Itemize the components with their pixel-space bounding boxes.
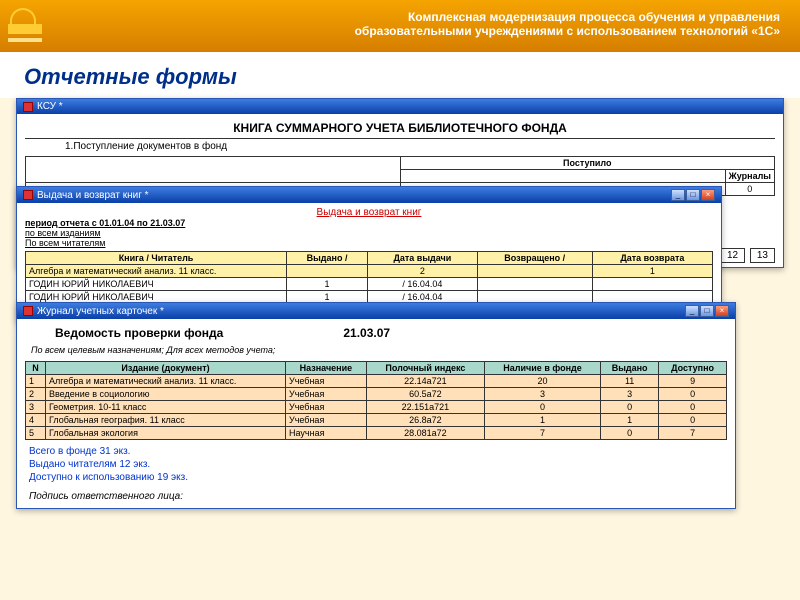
windows-stage: КСУ * КНИГА СУММАРНОГО УЧЕТА БИБЛИОТЕЧНО…	[16, 98, 784, 588]
titlebar-journal[interactable]: Журнал учетных карточек * _ □ ×	[17, 303, 735, 319]
close-button[interactable]: ×	[701, 189, 715, 201]
window-journal: Журнал учетных карточек * _ □ × Ведомост…	[16, 302, 736, 509]
minimize-button[interactable]: _	[685, 305, 699, 317]
table-row: ГОДИН ЮРИЙ НИКОЛАЕВИЧ1/ 16.04.04	[26, 278, 713, 291]
window-title: Журнал учетных карточек *	[37, 306, 164, 317]
doc-subtitle: 1.Поступление документов в фонд	[25, 139, 775, 156]
filter-line: По всем целевым назначениям; Для всех ме…	[25, 343, 727, 361]
summary-2: Выдано читателям 12 экз.	[25, 459, 727, 472]
title-band: Отчетные формы	[0, 52, 800, 98]
summary-1: Всего в фонде 31 экз.	[25, 440, 727, 459]
doc-title: КНИГА СУММАРНОГО УЧЕТА БИБЛИОТЕЧНОГО ФОН…	[25, 118, 775, 139]
signature-line: Подпись ответственного лица:	[25, 485, 727, 504]
header-line2: образовательными учреждениями с использо…	[60, 24, 780, 38]
journal-table: N Издание (документ) Назначение Полочный…	[25, 361, 727, 440]
doc-title: Выдача и возврат книг	[25, 207, 713, 218]
filter-2: По всем читателям	[25, 238, 713, 248]
window-title: КСУ *	[37, 101, 63, 112]
table-row: 2Введение в социологиюУчебная60.5а72330	[26, 388, 727, 401]
table-row: 1Алгебра и математический анализ. 11 кла…	[26, 375, 727, 388]
app-header: Комплексная модернизация процесса обучен…	[0, 0, 800, 52]
header-line1: Комплексная модернизация процесса обучен…	[60, 10, 780, 24]
logo-icon	[6, 4, 52, 50]
close-button[interactable]: ×	[715, 305, 729, 317]
summary-3: Доступно к использованию 19 экз.	[25, 472, 727, 485]
cell-12: 12	[720, 248, 745, 263]
maximize-button[interactable]: □	[686, 189, 700, 201]
table-row: 5Глобальная экологияНаучная28.081а72707	[26, 427, 727, 440]
window-title: Выдача и возврат книг *	[37, 190, 149, 201]
table-row: 4Глобальная география. 11 классУчебная26…	[26, 414, 727, 427]
table-row: 3Геометрия. 10-11 классУчебная22.151а721…	[26, 401, 727, 414]
minimize-button[interactable]: _	[671, 189, 685, 201]
page-title: Отчетные формы	[24, 64, 776, 90]
titlebar-issue[interactable]: Выдача и возврат книг * _ □ ×	[17, 187, 721, 203]
app-icon	[23, 102, 33, 112]
maximize-button[interactable]: □	[700, 305, 714, 317]
app-icon	[23, 306, 33, 316]
cell-13: 13	[750, 248, 775, 263]
app-icon	[23, 190, 33, 200]
filter-1: по всем изданиям	[25, 228, 713, 238]
doc-date: 21.03.07	[343, 326, 390, 340]
table-row: Алгебра и математический анализ. 11 клас…	[26, 265, 713, 278]
report-period: период отчета с 01.01.04 по 21.03.07	[25, 218, 713, 228]
titlebar-ksu[interactable]: КСУ *	[17, 99, 783, 114]
doc-title: Ведомость проверки фонда	[55, 326, 223, 340]
